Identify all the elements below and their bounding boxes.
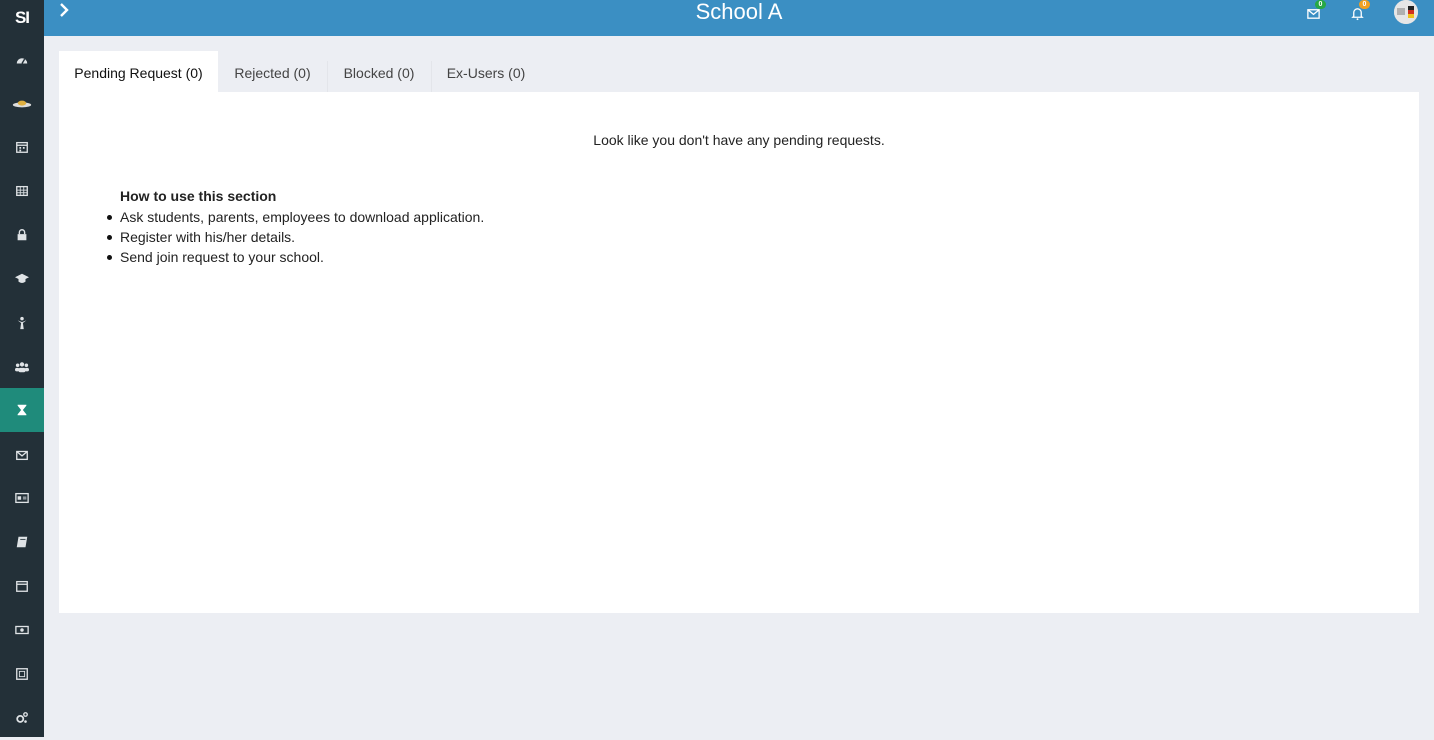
group-icon[interactable] (0, 345, 44, 389)
notifications-badge: 0 (1359, 0, 1370, 9)
page-title: School A (695, 0, 783, 24)
settings-icon[interactable] (0, 696, 44, 740)
user-avatar-icon (1394, 0, 1418, 24)
list-item: Register with his/her details. (106, 227, 484, 247)
howto-section: How to use this section Ask students, pa… (106, 188, 485, 267)
list-item: Send join request to your school. (106, 247, 484, 267)
top-bar: School A 0 0 (44, 0, 1434, 36)
book-icon[interactable] (0, 520, 44, 564)
tab-rejected[interactable]: Rejected (0) (220, 51, 325, 93)
messages-badge: 0 (1315, 0, 1326, 9)
frame-icon[interactable] (0, 652, 44, 696)
howto-list: Ask students, parents, employees to down… (106, 207, 485, 267)
sidebar: SI (0, 0, 44, 737)
person-icon[interactable] (0, 301, 44, 345)
tab-blocked[interactable]: Blocked (0) (329, 51, 429, 93)
tab-separator (431, 61, 432, 93)
app-logo[interactable]: SI (0, 0, 44, 36)
hourglass-icon[interactable] (0, 388, 44, 432)
tab-ex-users[interactable]: Ex-Users (0) (433, 51, 539, 93)
content-panel: Look like you don't have any pending req… (59, 92, 1419, 613)
lock-icon[interactable] (0, 213, 44, 257)
empty-state-message: Look like you don't have any pending req… (593, 132, 885, 148)
money-icon[interactable] (0, 608, 44, 652)
graduation-cap-icon[interactable] (0, 257, 44, 301)
tab-separator (327, 61, 328, 93)
hat-icon[interactable] (0, 82, 44, 126)
id-card-icon[interactable] (0, 476, 44, 520)
table-icon[interactable] (0, 169, 44, 213)
list-item: Ask students, parents, employees to down… (106, 209, 485, 225)
event-calendar-icon[interactable] (0, 564, 44, 608)
notifications-button[interactable]: 0 (1348, 0, 1370, 22)
mail-icon[interactable] (0, 433, 44, 477)
calendar-icon[interactable] (0, 125, 44, 169)
tab-pending-request[interactable]: Pending Request (0) (59, 51, 218, 93)
howto-title: How to use this section (120, 188, 277, 204)
avatar[interactable] (1394, 0, 1418, 24)
dashboard-icon[interactable] (0, 38, 44, 82)
messages-button[interactable]: 0 (1304, 0, 1326, 22)
